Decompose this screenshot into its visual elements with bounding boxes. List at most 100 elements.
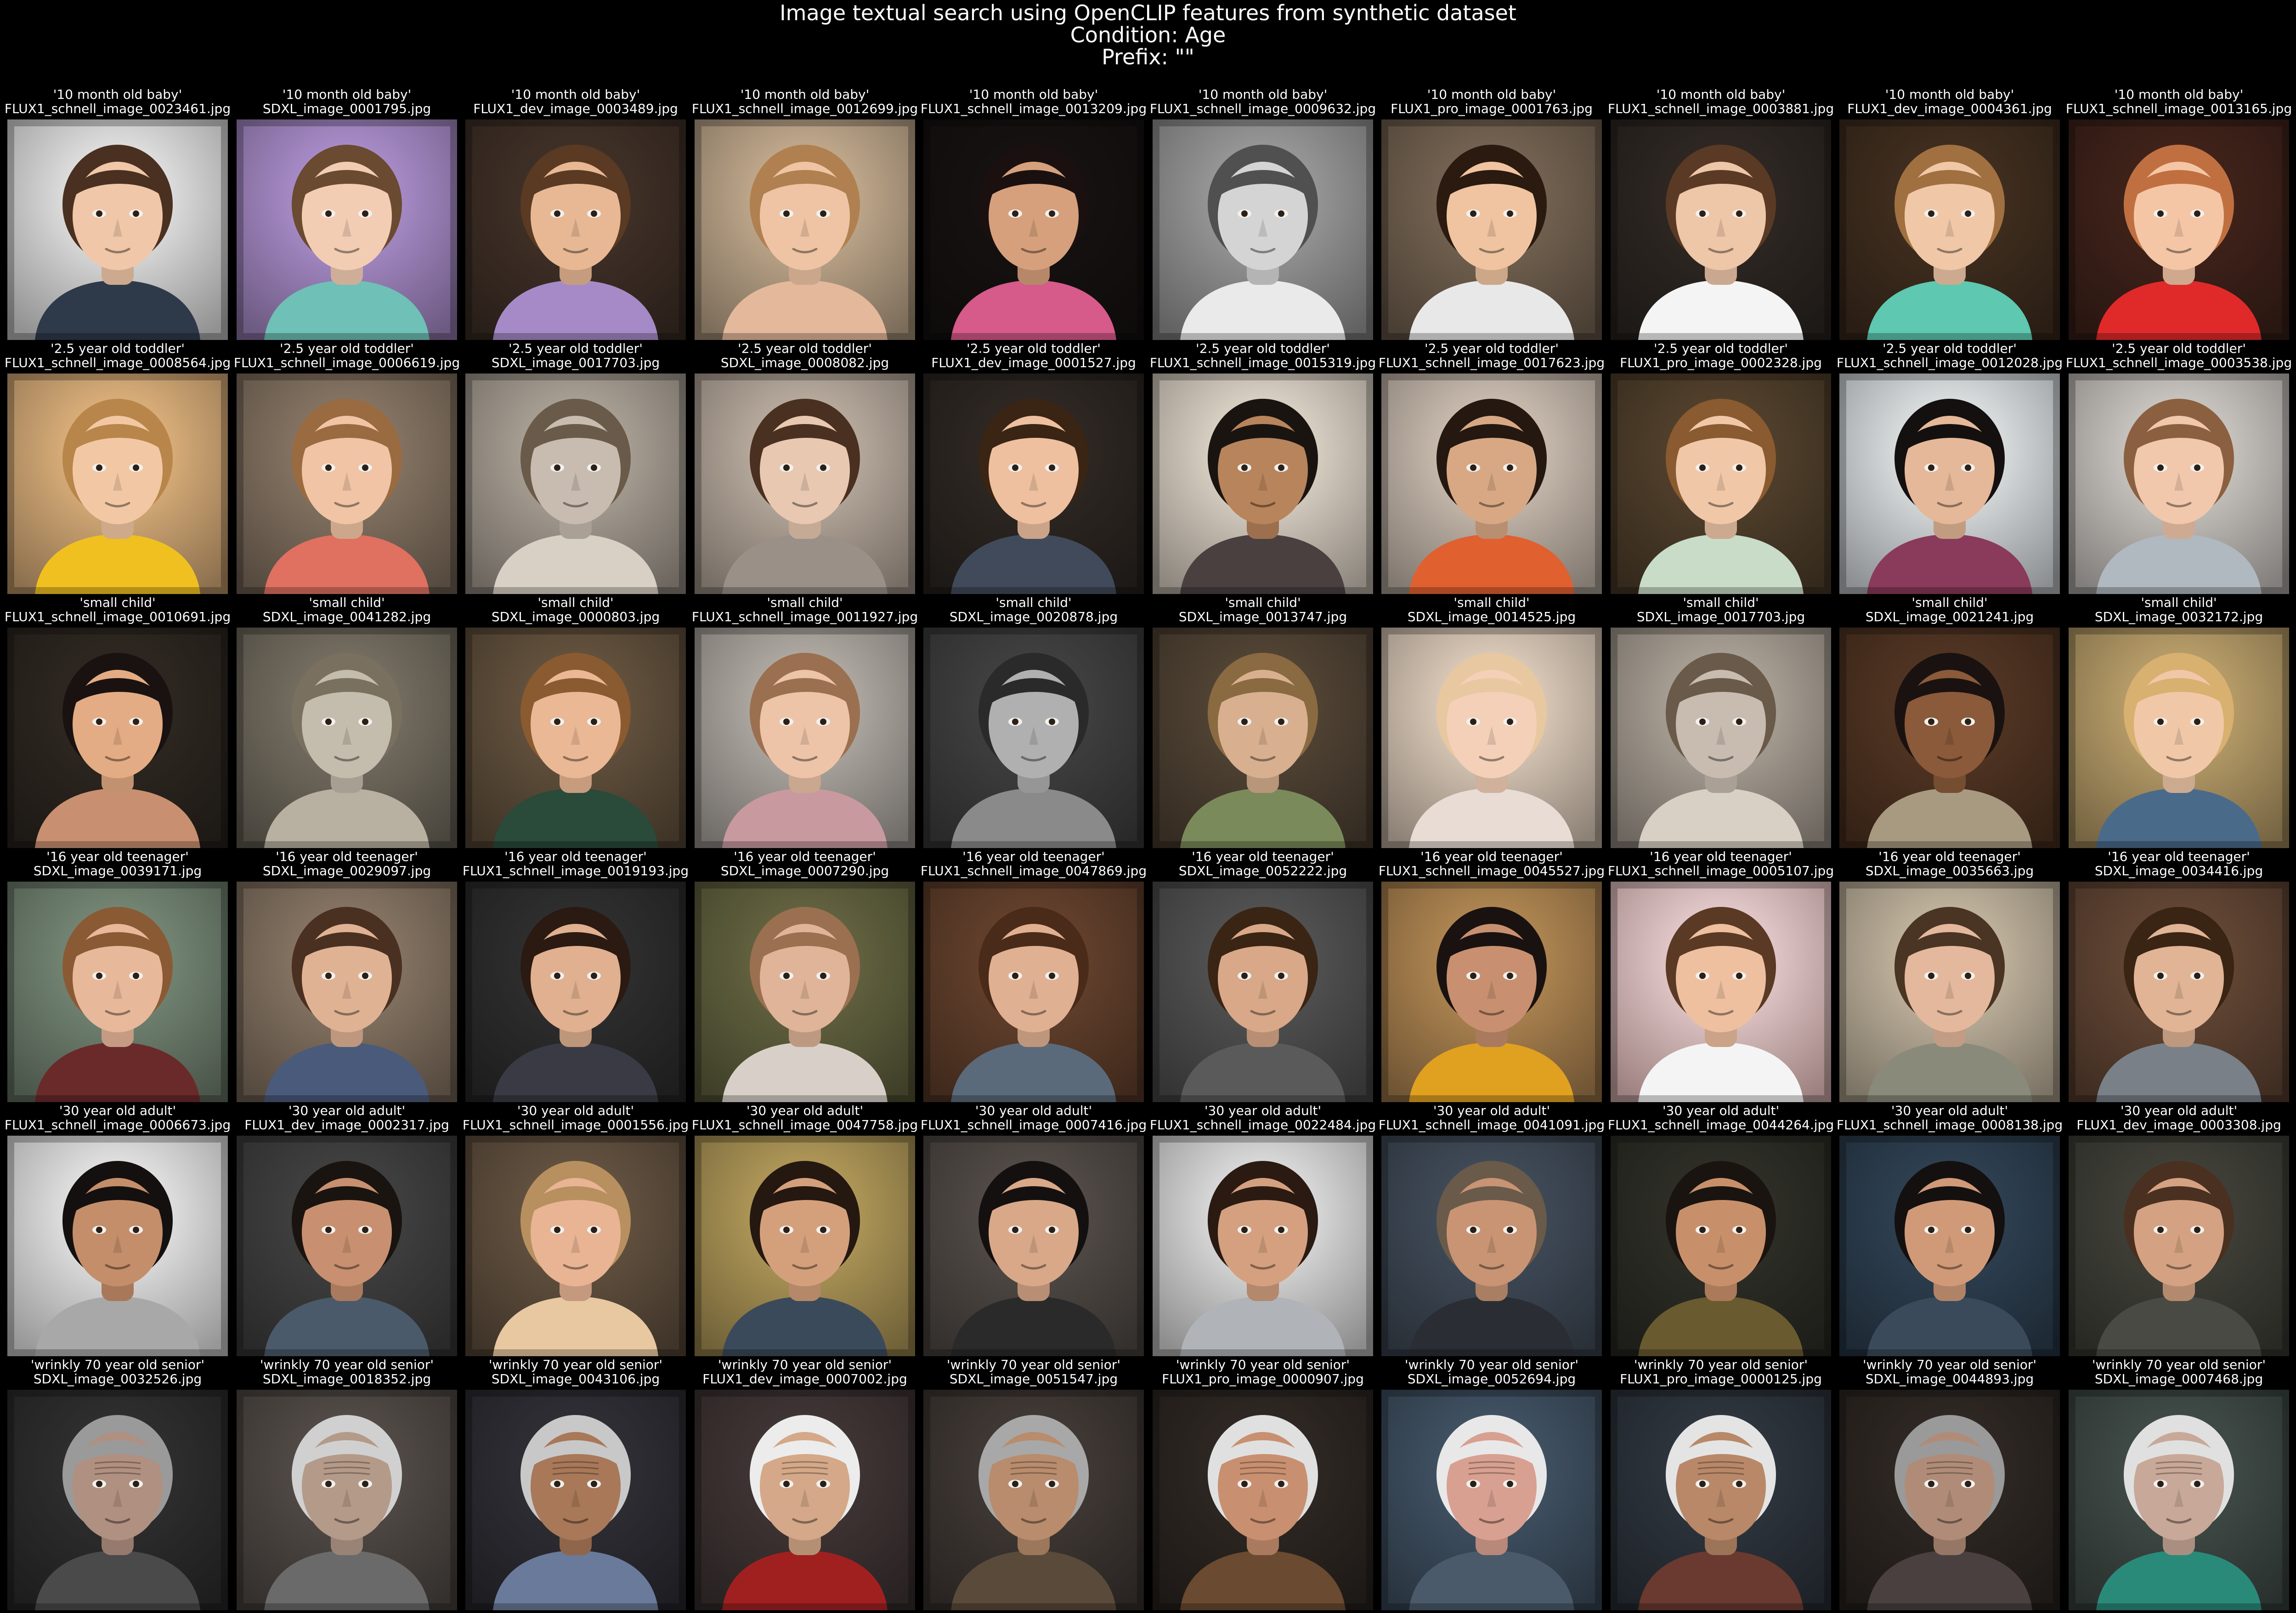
- portrait-photo: [1381, 1390, 1602, 1610]
- query-caption: 'small child': [1683, 595, 1759, 610]
- grid-cell: 'small child' SDXL_image_0017703.jpg: [1611, 595, 1831, 849]
- pupil: [1012, 719, 1018, 725]
- grid-cell: '2.5 year old toddler' FLUX1_schnell_imag…: [1837, 341, 2063, 595]
- pupil: [1736, 210, 1742, 217]
- pupil: [2157, 973, 2164, 979]
- pupil: [1965, 719, 1971, 725]
- query-caption: '10 month old baby': [1427, 87, 1556, 102]
- filename-caption: FLUX1_dev_image_0003489.jpg: [473, 101, 678, 116]
- query-caption: '16 year old teenager': [276, 849, 418, 864]
- portrait-photo: [923, 119, 1144, 340]
- portrait-image: [465, 374, 686, 594]
- pupil: [554, 719, 560, 725]
- pupil: [783, 210, 790, 217]
- portrait-photo: [1153, 1390, 1373, 1610]
- portrait-photo: [465, 882, 686, 1102]
- pupil: [362, 464, 368, 471]
- pupil: [1012, 210, 1018, 217]
- portrait-image: [695, 882, 915, 1102]
- portrait-photo: [1611, 1390, 1831, 1610]
- filename-caption: FLUX1_schnell_image_0013165.jpg: [2065, 101, 2292, 116]
- query-caption: 'wrinkly 70 year old senior': [1634, 1357, 1808, 1372]
- filename-caption: FLUX1_schnell_image_0023461.jpg: [4, 101, 231, 116]
- pupil: [96, 1481, 102, 1487]
- filename-caption: FLUX1_dev_image_0007002.jpg: [702, 1371, 907, 1387]
- portrait-photo: [465, 1390, 686, 1610]
- pupil: [820, 1227, 826, 1233]
- portrait-photo: [7, 374, 228, 594]
- query-caption: '30 year old adult': [288, 1103, 406, 1118]
- pupil: [1049, 719, 1055, 725]
- filename-caption: SDXL_image_0041282.jpg: [262, 609, 431, 624]
- filename-caption: FLUX1_schnell_image_0008564.jpg: [4, 355, 231, 370]
- filename-caption: FLUX1_schnell_image_0044264.jpg: [1607, 1117, 1834, 1132]
- filename-caption: FLUX1_schnell_image_0001556.jpg: [462, 1117, 689, 1132]
- pupil: [133, 1227, 139, 1233]
- filename-caption: FLUX1_schnell_image_0013209.jpg: [920, 101, 1147, 116]
- portrait-photo: [237, 374, 457, 594]
- portrait-photo: [1153, 882, 1373, 1102]
- portrait-image: [237, 1136, 457, 1356]
- portrait-image: [1611, 119, 1831, 340]
- portrait-image: [695, 1136, 915, 1356]
- portrait-photo: [2069, 1136, 2289, 1356]
- portrait-photo: [465, 374, 686, 594]
- figure-title: Image textual search using OpenCLIP feat…: [0, 2, 2296, 68]
- query-caption: 'small child': [1453, 595, 1530, 610]
- portrait-image: [1381, 628, 1602, 848]
- pupil: [1699, 973, 1706, 979]
- portrait-photo: [2069, 1390, 2289, 1610]
- query-caption: '30 year old adult': [975, 1103, 1092, 1118]
- filename-caption: SDXL_image_0021241.jpg: [1865, 609, 2034, 624]
- query-caption: '16 year old teenager': [1420, 849, 1563, 864]
- pupil: [96, 719, 102, 725]
- pupil: [1507, 719, 1513, 725]
- portrait-image: [923, 882, 1144, 1102]
- grid-cell: '2.5 year old toddler' FLUX1_schnell_imag…: [1150, 341, 1376, 595]
- filename-caption: SDXL_image_0018352.jpg: [262, 1371, 431, 1387]
- portrait-image: [1153, 1136, 1373, 1356]
- portrait-photo: [1611, 119, 1831, 340]
- filename-caption: FLUX1_dev_image_0003308.jpg: [2076, 1117, 2281, 1132]
- portrait-image: [237, 882, 457, 1102]
- portrait-photo: [1381, 628, 1602, 848]
- portrait-image: [7, 1136, 228, 1356]
- query-caption: 'wrinkly 70 year old senior': [30, 1357, 205, 1372]
- pupil: [2194, 1481, 2200, 1487]
- filename-caption: FLUX1_dev_image_0002317.jpg: [244, 1117, 449, 1132]
- filename-caption: FLUX1_dev_image_0004361.jpg: [1847, 101, 2052, 116]
- portrait-image: [1611, 374, 1831, 594]
- grid-cell: '30 year old adult' FLUX1_schnell_image_0…: [921, 1104, 1147, 1358]
- portrait-photo: [1611, 1136, 1831, 1356]
- title-line-prefix: Prefix: "": [1102, 45, 1194, 69]
- query-caption: '30 year old adult': [1662, 1103, 1780, 1118]
- portrait-image: [237, 119, 457, 340]
- portrait-image: [465, 882, 686, 1102]
- portrait-image: [465, 1136, 686, 1356]
- portrait-image: [1381, 1390, 1602, 1610]
- filename-caption: SDXL_image_0032172.jpg: [2094, 609, 2263, 624]
- portrait-photo: [237, 628, 457, 848]
- pupil: [1241, 719, 1248, 725]
- filename-caption: SDXL_image_0039171.jpg: [33, 863, 202, 878]
- pupil: [1012, 1481, 1018, 1487]
- query-caption: 'small child': [1225, 595, 1301, 610]
- portrait-photo: [1839, 882, 2060, 1102]
- grid-cell: '2.5 year old toddler' FLUX1_dev_image_00…: [923, 341, 1144, 595]
- pupil: [1049, 1481, 1055, 1487]
- filename-caption: FLUX1_schnell_image_0022484.jpg: [1149, 1117, 1376, 1132]
- grid-cell: '10 month old baby' FLUX1_schnell_image_0…: [921, 87, 1147, 341]
- pupil: [1470, 1481, 1476, 1487]
- query-caption: 'small child': [2141, 595, 2217, 610]
- portrait-image: [2069, 119, 2289, 340]
- pupil: [1278, 210, 1284, 217]
- portrait-photo: [1611, 628, 1831, 848]
- portrait-photo: [1839, 374, 2060, 594]
- grid-cell: 'wrinkly 70 year old senior' SDXL_image_0…: [7, 1358, 228, 1612]
- query-caption: 'small child': [1911, 595, 1988, 610]
- filename-caption: SDXL_image_0029097.jpg: [262, 863, 431, 878]
- grid-cell: '30 year old adult' FLUX1_schnell_image_0…: [463, 1104, 689, 1358]
- pupil: [96, 1227, 102, 1233]
- query-caption: 'small child': [995, 595, 1072, 610]
- filename-caption: FLUX1_schnell_image_0006673.jpg: [4, 1117, 231, 1132]
